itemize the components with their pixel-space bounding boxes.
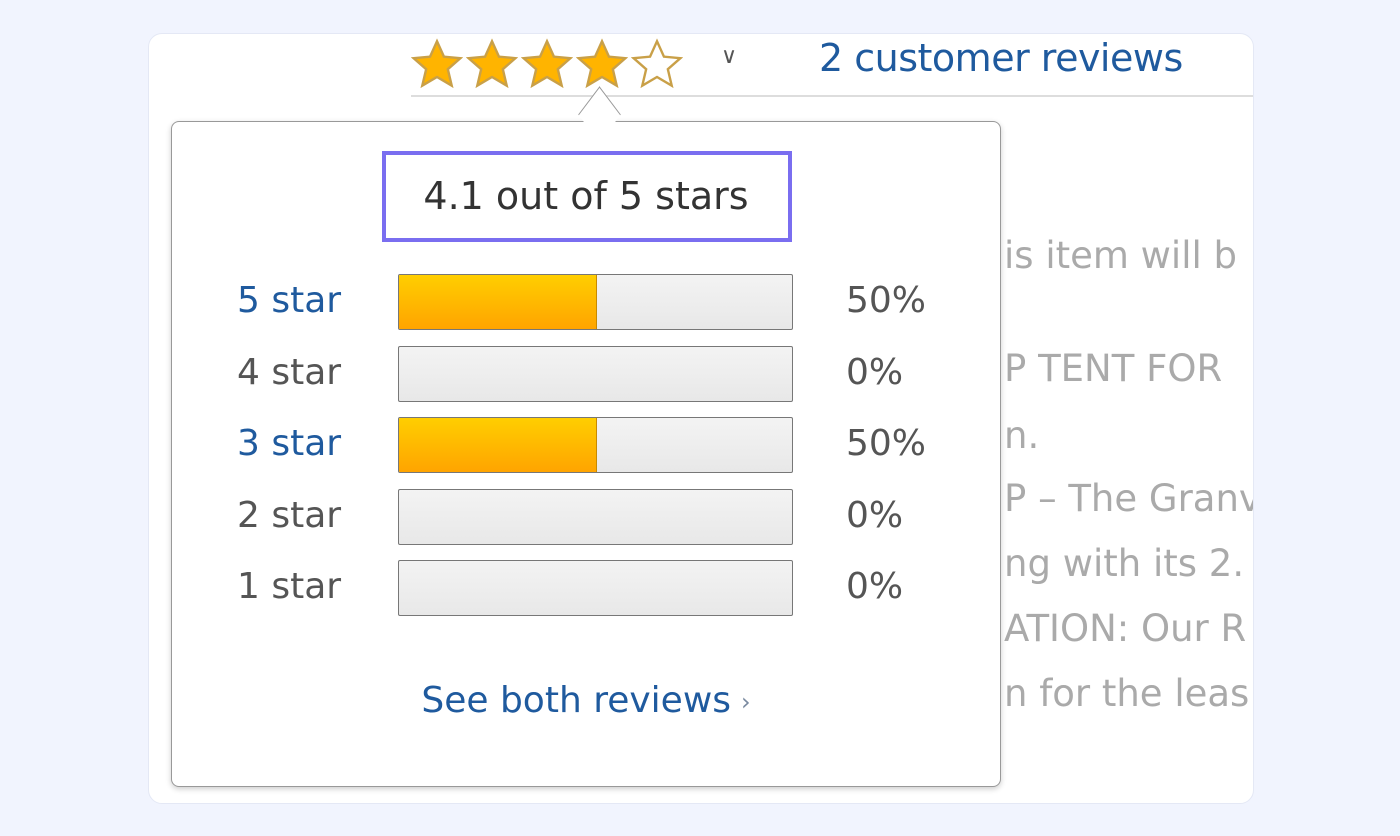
percentage-value: 0% — [846, 566, 904, 607]
percentage-bar-fill — [399, 275, 597, 329]
histogram-row: 4 star 0% — [172, 345, 1000, 402]
description-text: is item will b — [1004, 234, 1238, 277]
histogram-row: 2 star 0% — [172, 488, 1000, 545]
description-text: n. — [1004, 414, 1040, 457]
see-all-reviews-link[interactable]: See both reviews › — [172, 680, 1000, 721]
star-filled-icon — [576, 38, 628, 89]
description-text: P TENT FOR — [1004, 347, 1223, 390]
histogram-row[interactable]: 3 star 50% — [172, 417, 1000, 473]
product-card: is item will b P TENT FOR n. P – The Gra… — [148, 33, 1254, 804]
star-level-label[interactable]: 3 star — [237, 423, 341, 464]
star-level-label: 4 star — [237, 351, 342, 393]
percentage-value: 50% — [846, 280, 927, 321]
star-level-label[interactable]: 5 star — [237, 280, 341, 321]
percentage-bar-fill — [399, 418, 597, 472]
percentage-value: 0% — [846, 494, 904, 536]
customer-reviews-link[interactable]: 2 customer reviews — [819, 36, 1183, 80]
divider — [411, 95, 1253, 97]
star-level-label: 2 star — [237, 494, 342, 536]
chevron-right-icon: › — [741, 688, 751, 716]
histogram-row[interactable]: 5 star 50% — [172, 274, 1000, 330]
percentage-value: 0% — [846, 351, 904, 393]
description-text: P – The Granv — [1004, 477, 1254, 520]
highlight-box — [382, 151, 792, 242]
percentage-bar[interactable] — [398, 274, 793, 330]
star-empty-icon — [631, 38, 683, 89]
star-filled-icon — [411, 38, 463, 89]
description-text: ng with its 2. — [1004, 542, 1245, 585]
histogram-row: 1 star 0% — [172, 560, 1000, 616]
star-filled-icon — [521, 38, 573, 89]
rating-popover: 4.1 out of 5 stars 5 star 50% 4 star 0% 3 st… — [171, 86, 1001, 787]
star-level-label: 1 star — [237, 566, 342, 607]
see-all-label: See both reviews — [421, 680, 732, 721]
description-text: n for the leas — [1004, 672, 1250, 715]
star-rating[interactable] — [411, 38, 683, 90]
percentage-bar — [398, 488, 793, 545]
percentage-value: 50% — [846, 423, 927, 464]
percentage-bar[interactable] — [398, 417, 793, 473]
chevron-down-icon[interactable]: ∨ — [721, 44, 737, 69]
star-filled-icon — [466, 38, 518, 89]
percentage-bar — [398, 345, 793, 402]
percentage-bar — [398, 560, 793, 616]
description-text: ATION: Our R — [1004, 607, 1247, 650]
